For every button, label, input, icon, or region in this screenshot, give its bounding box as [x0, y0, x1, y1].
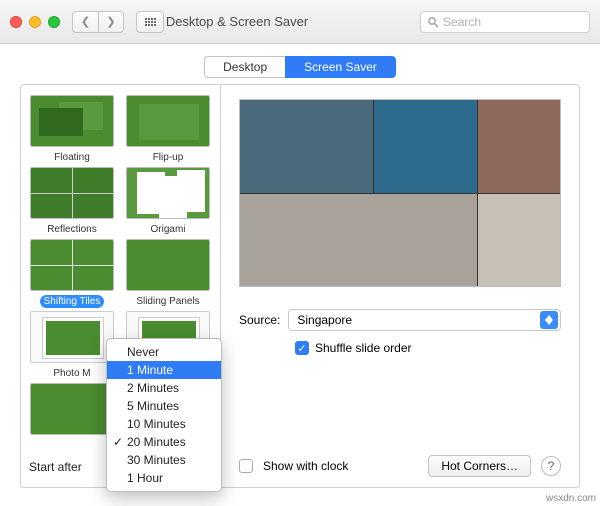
tab-screen-saver[interactable]: Screen Saver	[285, 56, 396, 78]
saver-item-reflections[interactable]: Reflections	[29, 167, 115, 237]
saver-thumb	[126, 239, 210, 291]
minimize-window-button[interactable]	[29, 16, 41, 28]
saver-label: Shifting Tiles	[40, 295, 105, 308]
tab-desktop[interactable]: Desktop	[204, 56, 285, 78]
screensaver-preview	[239, 99, 561, 287]
bottom-row: Show with clock Hot Corners… ?	[239, 447, 561, 477]
menu-item-10-minutes[interactable]: 10 Minutes	[107, 415, 221, 433]
content-panel: Floating Flip-up Reflections Origami Shi…	[20, 84, 580, 488]
saver-item-photo-mobile-left[interactable]: Photo M	[29, 311, 115, 381]
start-after-label: Start after	[29, 460, 82, 474]
titlebar: ❮ ❯ Desktop & Screen Saver Search	[0, 0, 600, 44]
source-select[interactable]: Singapore	[288, 309, 561, 331]
tab-switcher: Desktop Screen Saver	[0, 56, 600, 78]
start-after-dropdown-menu: Never 1 Minute 2 Minutes 5 Minutes 10 Mi…	[106, 338, 222, 492]
menu-item-5-minutes[interactable]: 5 Minutes	[107, 397, 221, 415]
saver-item-shifting-tiles[interactable]: Shifting Tiles	[29, 239, 115, 309]
source-value: Singapore	[297, 313, 352, 327]
watermark-text: wsxdn.com	[546, 493, 596, 504]
saver-label: Floating	[50, 151, 94, 164]
saver-item-floating[interactable]: Floating	[29, 95, 115, 165]
shuffle-label: Shuffle slide order	[315, 341, 412, 355]
saver-thumb	[30, 95, 114, 147]
saver-thumb	[30, 167, 114, 219]
window-title: Desktop & Screen Saver	[62, 14, 412, 29]
help-button[interactable]: ?	[541, 456, 561, 476]
dropdown-stepper-icon	[540, 311, 558, 329]
saver-label: Reflections	[43, 223, 100, 236]
source-row: Source: Singapore	[239, 309, 561, 331]
menu-item-30-minutes[interactable]: 30 Minutes	[107, 451, 221, 469]
preview-pane: Source: Singapore ✓ Shuffle slide order …	[221, 85, 579, 487]
saver-label: Origami	[146, 223, 189, 236]
saver-label: Photo M	[49, 367, 94, 380]
saver-item-origami[interactable]: Origami	[125, 167, 211, 237]
saver-thumb	[30, 311, 114, 363]
saver-thumb	[30, 383, 114, 435]
search-icon	[427, 16, 439, 28]
menu-item-20-minutes[interactable]: ✓20 Minutes	[107, 433, 221, 451]
saver-item-flip-up[interactable]: Flip-up	[125, 95, 211, 165]
close-window-button[interactable]	[10, 16, 22, 28]
window-controls	[10, 16, 60, 28]
show-with-clock-label: Show with clock	[263, 459, 348, 473]
saver-thumb	[126, 167, 210, 219]
menu-item-2-minutes[interactable]: 2 Minutes	[107, 379, 221, 397]
search-field[interactable]: Search	[420, 11, 590, 33]
saver-item-sliding-panels[interactable]: Sliding Panels	[125, 239, 211, 309]
checkmark-icon: ✓	[113, 435, 123, 449]
search-placeholder: Search	[443, 15, 481, 29]
saver-thumb	[126, 95, 210, 147]
menu-item-never[interactable]: Never	[107, 343, 221, 361]
zoom-window-button[interactable]	[48, 16, 60, 28]
saver-label: Flip-up	[149, 151, 188, 164]
saver-thumb	[30, 239, 114, 291]
saver-label: Sliding Panels	[132, 295, 203, 308]
hot-corners-button[interactable]: Hot Corners…	[428, 455, 531, 477]
show-with-clock-checkbox[interactable]	[239, 459, 253, 473]
shuffle-checkbox[interactable]: ✓	[295, 341, 309, 355]
saver-item-extra-1[interactable]	[29, 383, 115, 435]
menu-item-1-hour[interactable]: 1 Hour	[107, 469, 221, 487]
shuffle-row: ✓ Shuffle slide order	[239, 341, 561, 355]
menu-item-1-minute[interactable]: 1 Minute	[107, 361, 221, 379]
source-label: Source:	[239, 313, 280, 327]
